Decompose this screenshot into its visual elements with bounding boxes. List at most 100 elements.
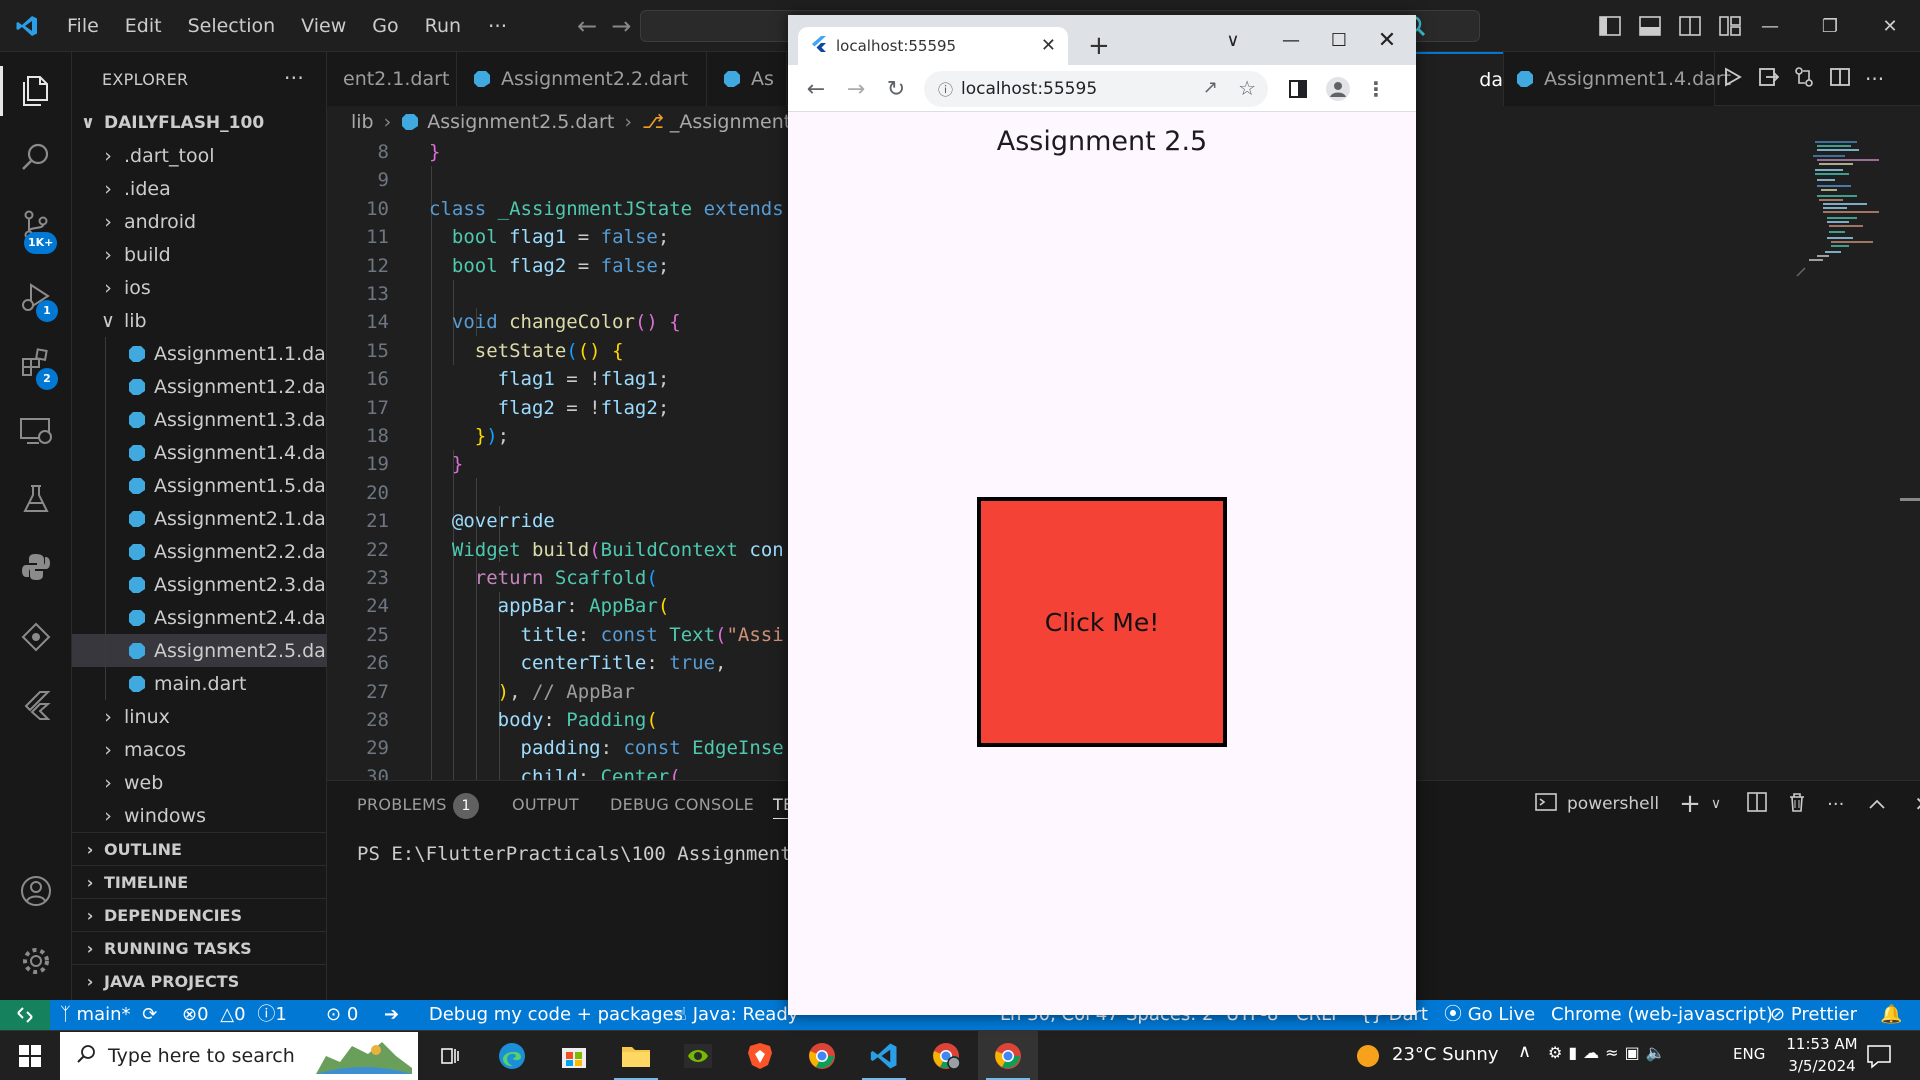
section-dependencies[interactable]: › DEPENDENCIES: [72, 898, 327, 931]
testing-icon[interactable]: [0, 466, 72, 532]
menu-more-icon[interactable]: ···: [474, 14, 521, 38]
open-changes-icon[interactable]: [1757, 66, 1780, 92]
split-editor-icon[interactable]: [1829, 66, 1851, 92]
chrome-profile-icon[interactable]: [916, 1031, 976, 1080]
chrome-icon[interactable]: [792, 1031, 852, 1080]
tab-assignment2-2[interactable]: Assignment2.2.dart: [457, 52, 707, 106]
breadcrumb-file[interactable]: Assignment2.5.dart: [427, 111, 614, 133]
menu-selection[interactable]: Selection: [175, 8, 289, 44]
bookmark-star-icon[interactable]: ☆: [1238, 76, 1256, 100]
prettier-status[interactable]: ⊘ Prettier: [1770, 1000, 1857, 1030]
flutter-icon[interactable]: [0, 672, 72, 738]
git-branch-status[interactable]: ᛉ main* ⟳: [60, 1000, 157, 1030]
weather-sun-icon[interactable]: [1356, 1044, 1380, 1072]
chevron-down-icon[interactable]: ∨: [1711, 796, 1721, 812]
terminal-name[interactable]: powershell: [1567, 794, 1659, 814]
close-tab-icon[interactable]: ✕: [1041, 35, 1056, 56]
profile-avatar-icon[interactable]: [1322, 73, 1354, 105]
panel-tab-problems[interactable]: PROBLEMS: [357, 795, 447, 814]
tray-chevron-up-icon[interactable]: ∧: [1518, 1041, 1531, 1062]
accounts-icon[interactable]: [0, 858, 72, 924]
close-panel-icon[interactable]: ✕: [1914, 792, 1920, 816]
vscode-minimize-button[interactable]: —: [1740, 0, 1800, 52]
tree-folder[interactable]: › .idea: [72, 172, 327, 205]
tree-folder[interactable]: › macos: [72, 733, 327, 766]
minimap[interactable]: [1787, 138, 1907, 338]
python-icon[interactable]: [0, 534, 72, 600]
tab-assignment2-1[interactable]: ent2.1.dart: [327, 52, 457, 106]
file-assignment2-2-dart[interactable]: Assignment2.2.dart: [72, 535, 341, 568]
chrome-active-icon[interactable]: [978, 1031, 1038, 1080]
forward-arrow-icon[interactable]: →: [840, 73, 872, 105]
section-timeline[interactable]: › TIMELINE: [72, 865, 327, 898]
new-tab-plus-icon[interactable]: +: [1088, 31, 1110, 61]
file-assignment2-5-dart[interactable]: Assignment2.5.dart: [72, 634, 341, 667]
explorer-more-icon[interactable]: ···: [284, 66, 304, 90]
vscode-close-button[interactable]: ✕: [1860, 0, 1920, 52]
breadcrumb-folder[interactable]: lib: [351, 111, 374, 133]
chrome-close-button[interactable]: ✕: [1364, 25, 1410, 55]
source-control-icon[interactable]: 1K+: [0, 192, 72, 258]
site-info-icon[interactable]: ⓘ: [938, 79, 953, 100]
reload-icon[interactable]: ↻: [880, 73, 912, 105]
vscode-restore-button[interactable]: ❐: [1800, 0, 1860, 52]
section-java-projects[interactable]: › JAVA PROJECTS: [72, 964, 327, 997]
trash-icon[interactable]: [1787, 792, 1807, 817]
vscode-taskbar-icon[interactable]: [854, 1031, 914, 1080]
notifications-bell-icon[interactable]: 🔔: [1880, 1000, 1902, 1030]
file-assignment1-3-dart[interactable]: Assignment1.3.dart: [72, 403, 341, 436]
taskbar-search[interactable]: Type here to search: [60, 1032, 418, 1080]
settings-gear-icon[interactable]: [0, 928, 72, 994]
toggle-secondary-sidebar-icon[interactable]: [1670, 0, 1710, 52]
section-running-tasks[interactable]: › RUNNING TASKS: [72, 931, 327, 964]
split-terminal-icon[interactable]: [1747, 791, 1767, 817]
file-assignment1-4-dart[interactable]: Assignment1.4.dart: [72, 436, 341, 469]
clock-date[interactable]: 3/5/2024: [1782, 1057, 1862, 1075]
tree-folder[interactable]: › linux: [72, 700, 327, 733]
menu-file[interactable]: File: [54, 8, 112, 44]
ports-status[interactable]: ⊙ 0: [326, 1000, 358, 1030]
file-assignment1-5-dart[interactable]: Assignment1.5.dart: [72, 469, 341, 502]
tree-folder[interactable]: › ios: [72, 271, 327, 304]
debug-status[interactable]: ➔ Debug my code + packages: [384, 1000, 683, 1030]
run-play-icon[interactable]: [1721, 66, 1743, 92]
file-explorer-icon[interactable]: [606, 1031, 666, 1080]
nvidia-icon[interactable]: [668, 1031, 728, 1080]
tree-folder[interactable]: › android: [72, 205, 327, 238]
file-assignment2-4-dart[interactable]: Assignment2.4.dart: [72, 601, 341, 634]
clock-time[interactable]: 11:53 AM: [1782, 1035, 1862, 1053]
device-status[interactable]: Chrome (web-javascript): [1551, 1000, 1773, 1030]
new-terminal-plus-icon[interactable]: +: [1679, 789, 1701, 819]
panel-tab-output[interactable]: OUTPUT: [512, 795, 579, 814]
tree-folder[interactable]: › windows: [72, 799, 327, 832]
file-main-dart[interactable]: main.dart: [72, 667, 327, 700]
file-assignment1-2-dart[interactable]: Assignment1.2.dart: [72, 370, 341, 403]
java-status[interactable]: ☝ Java: Ready: [676, 1000, 798, 1030]
tray-icons[interactable]: ⚙▮☁≈▣🔈: [1548, 1043, 1672, 1062]
menu-edit[interactable]: Edit: [112, 8, 175, 44]
notification-center-icon[interactable]: [1866, 1043, 1892, 1073]
toggle-sidebar-icon[interactable]: [1590, 0, 1630, 52]
search-icon[interactable]: [0, 124, 72, 190]
back-arrow-icon[interactable]: ←: [800, 73, 832, 105]
microsoft-store-icon[interactable]: [544, 1031, 604, 1080]
git-compare-icon[interactable]: [1793, 66, 1815, 92]
menu-view[interactable]: View: [288, 8, 359, 44]
menu-go[interactable]: Go: [359, 8, 411, 44]
golive-status[interactable]: ⦿ Go Live: [1444, 1000, 1535, 1030]
panel-tab-debug-console[interactable]: DEBUG CONSOLE: [610, 795, 754, 814]
file-assignment2-3-dart[interactable]: Assignment2.3.dart: [72, 568, 341, 601]
windows-start-icon[interactable]: [0, 1031, 60, 1080]
extensions-icon[interactable]: 2: [0, 330, 72, 396]
chrome-minimize-button[interactable]: —: [1268, 25, 1314, 55]
remote-indicator-icon[interactable]: [0, 1000, 50, 1030]
side-panel-icon[interactable]: [1282, 73, 1314, 105]
tree-folder[interactable]: › .dart_tool: [72, 139, 327, 172]
editor-more-icon[interactable]: ···: [1865, 67, 1884, 91]
terminal-output[interactable]: PS E:\FlutterPracticals\100 Assignments: [357, 843, 803, 865]
tree-folder[interactable]: › web: [72, 766, 327, 799]
workspace-root[interactable]: ∨ DAILYFLASH_100: [72, 106, 327, 139]
tab-search-chevron-icon[interactable]: ∨: [1210, 25, 1256, 55]
click-me-box[interactable]: Click Me!: [977, 497, 1227, 747]
chrome-menu-icon[interactable]: ⋮: [1360, 73, 1392, 105]
